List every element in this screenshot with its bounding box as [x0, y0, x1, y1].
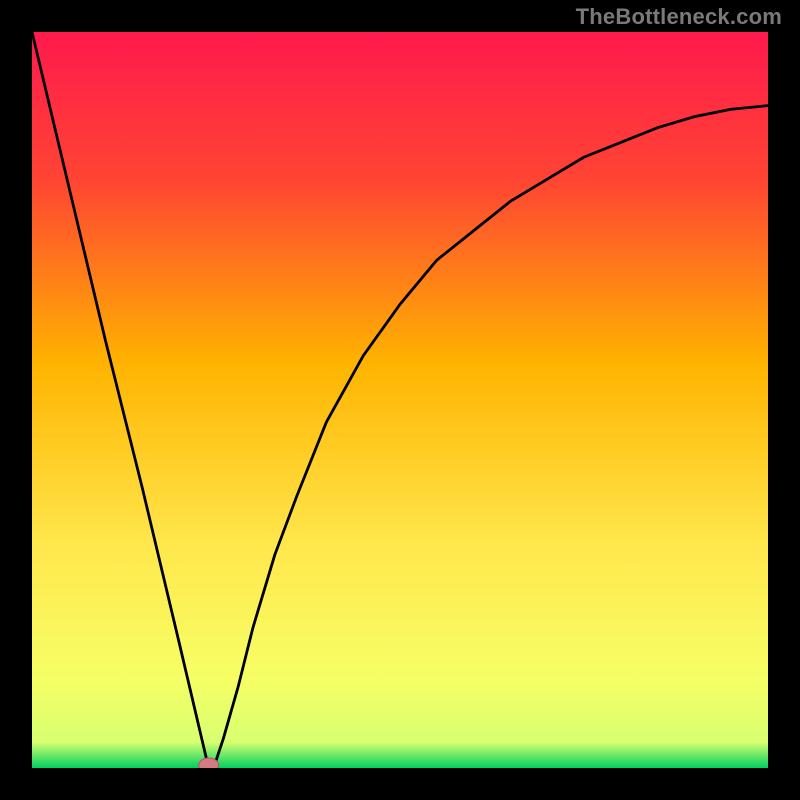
plot-area [32, 32, 768, 768]
minimum-marker [199, 758, 219, 768]
watermark-label: TheBottleneck.com [576, 4, 782, 30]
chart-frame: TheBottleneck.com [0, 0, 800, 800]
minimum-marker-layer [32, 32, 768, 768]
